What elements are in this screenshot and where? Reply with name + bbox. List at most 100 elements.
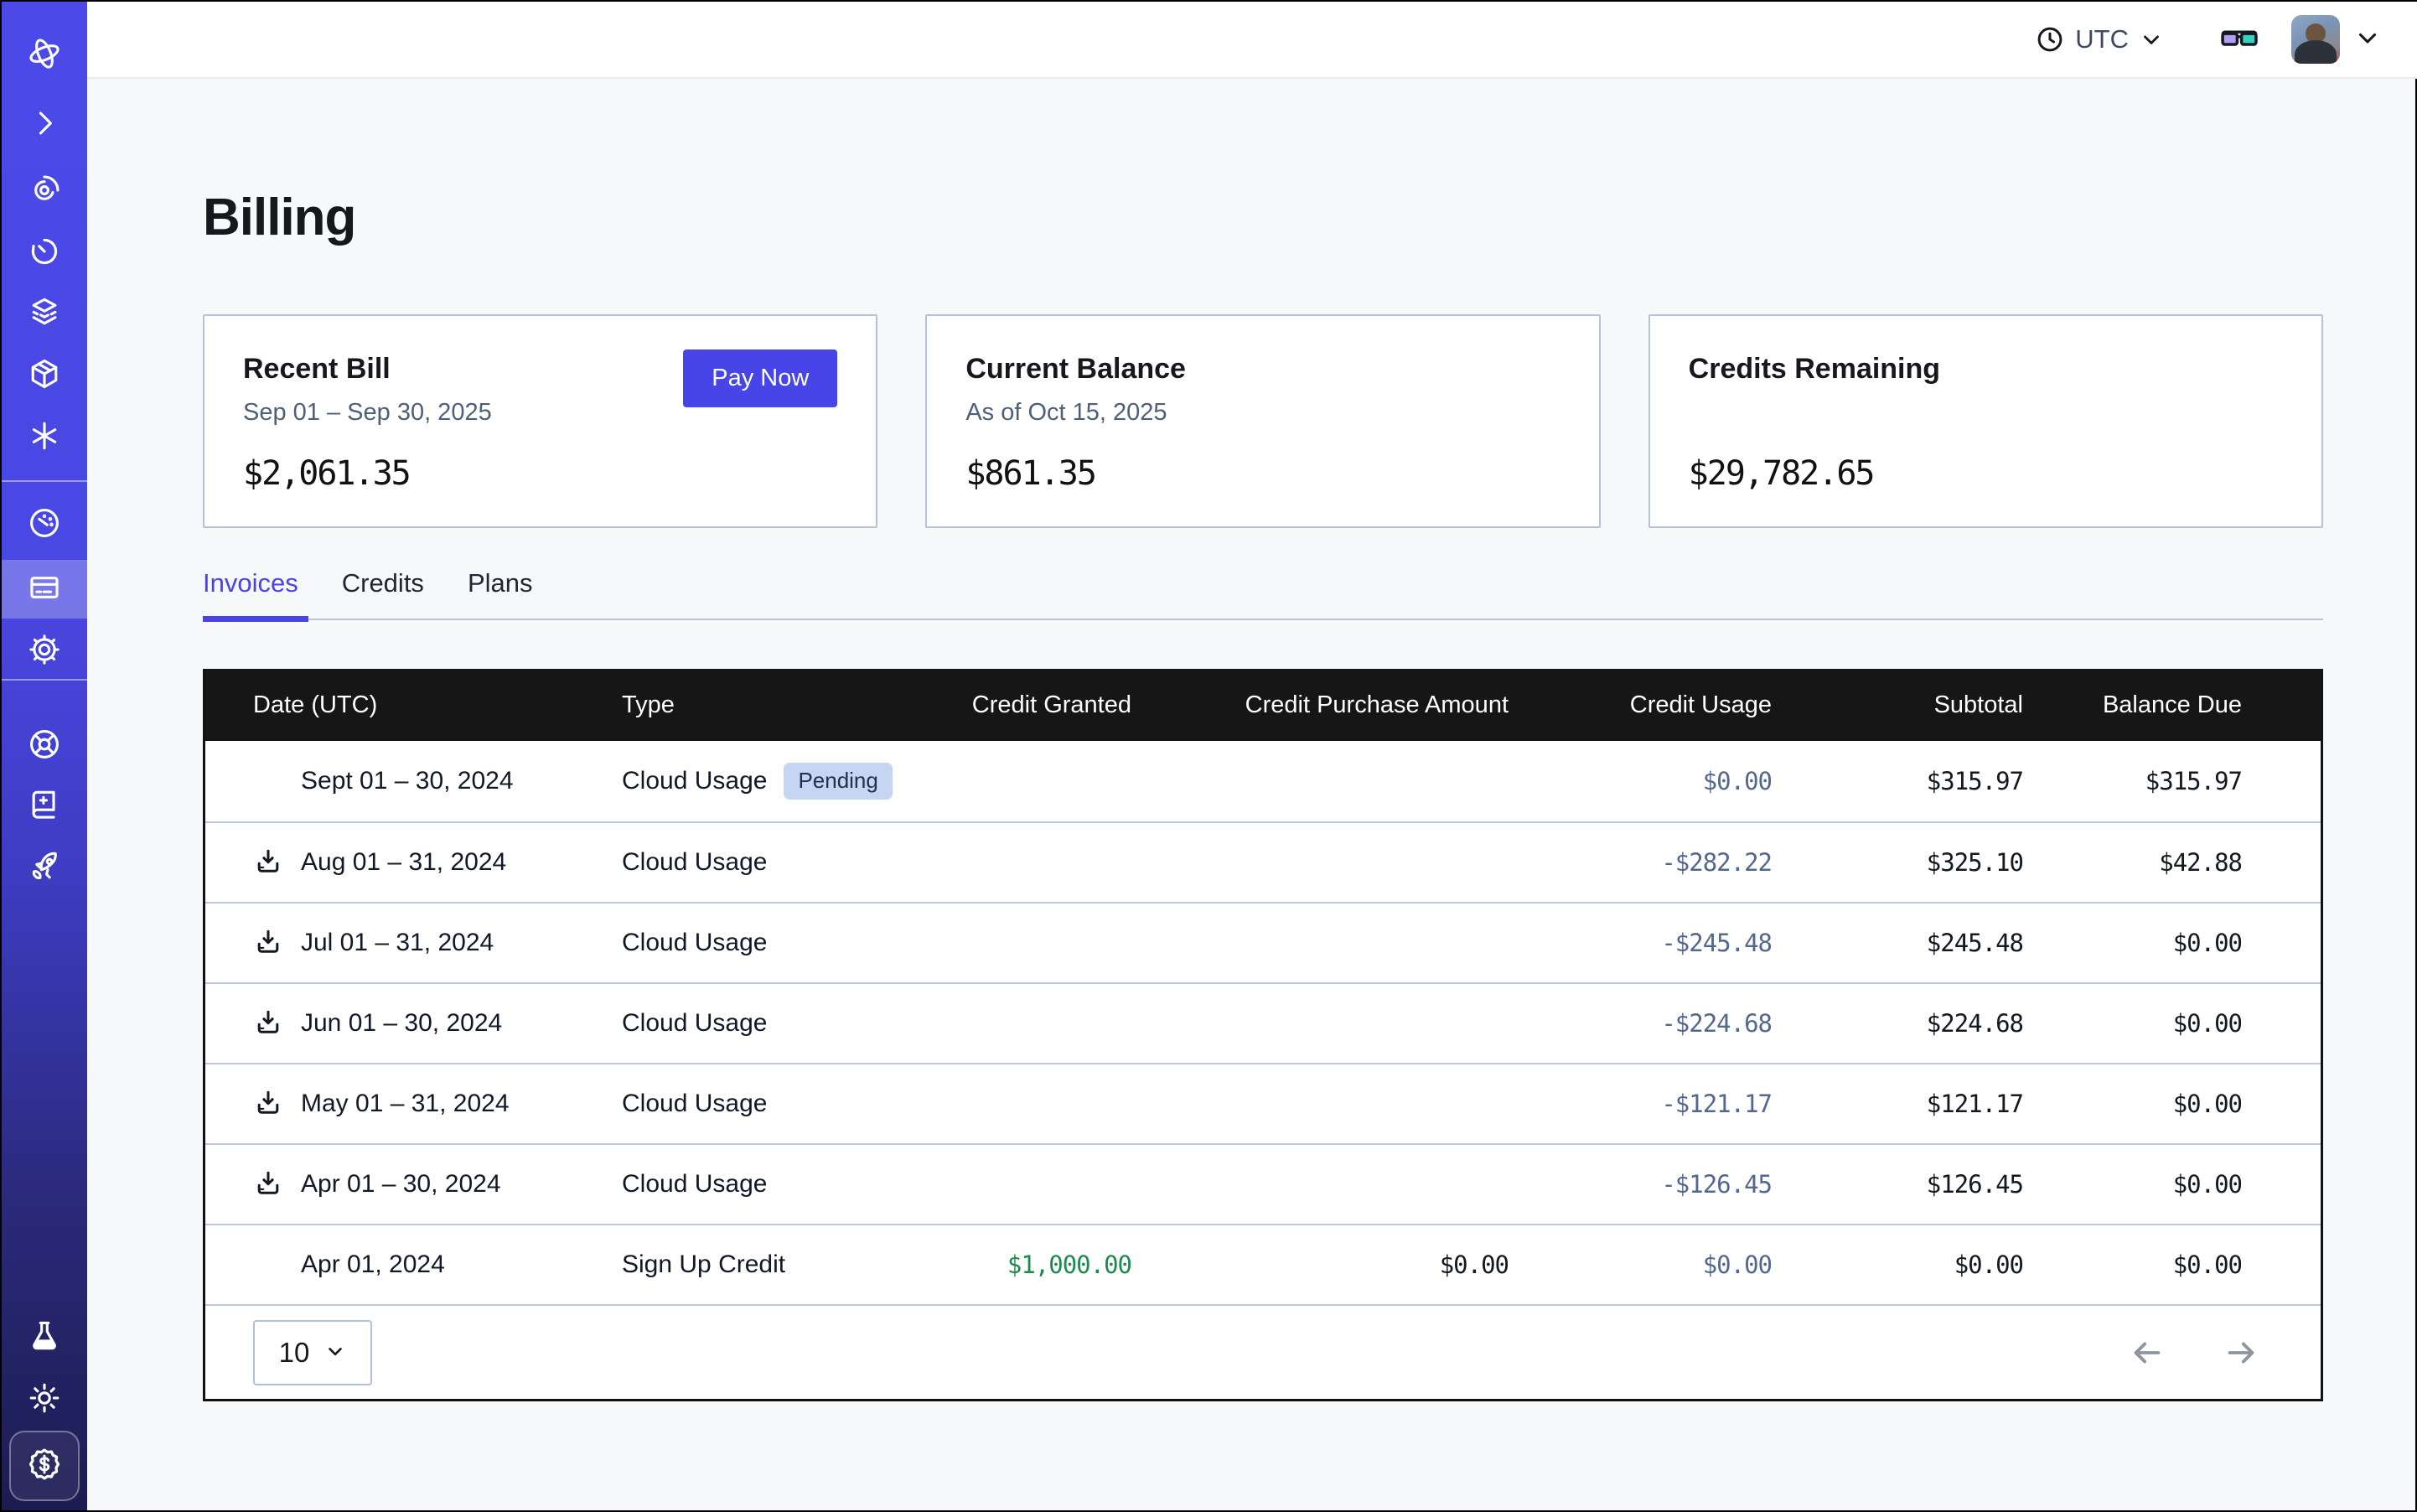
invoice-type: Sign Up Credit xyxy=(622,1251,785,1279)
sidebar-item-support[interactable] xyxy=(2,717,87,775)
dollar-badge-icon xyxy=(25,1445,64,1488)
pay-now-button[interactable]: Pay Now xyxy=(683,350,837,407)
wheel-icon xyxy=(26,726,63,767)
subtotal-value: $315.97 xyxy=(1772,767,2023,795)
sidebar-item-theme[interactable] xyxy=(2,1370,87,1429)
sidebar-divider xyxy=(2,480,87,482)
table-pagination: 10 xyxy=(205,1304,2321,1399)
sidebar-item-usage[interactable] xyxy=(2,495,87,554)
invoice-row: Sept 01 – 30, 2024 Cloud Usage Pending $… xyxy=(205,741,2321,821)
subtotal-value: $325.10 xyxy=(1772,848,2023,877)
download-invoice-button[interactable] xyxy=(253,927,285,959)
invoice-date: Jul 01 – 31, 2024 xyxy=(301,929,622,957)
flask-icon xyxy=(26,1318,63,1359)
credit-usage-value: -$121.17 xyxy=(1509,1090,1772,1118)
invoice-type: Cloud Usage xyxy=(622,929,767,957)
sidebar-item-labs[interactable] xyxy=(2,1308,87,1367)
credit-usage-value: -$245.48 xyxy=(1509,929,1772,957)
column-header-credit-usage: Credit Usage xyxy=(1509,691,1772,719)
balance-due-value: $0.00 xyxy=(2023,929,2242,957)
balance-due-value: $42.88 xyxy=(2023,848,2242,877)
download-invoice-button[interactable] xyxy=(253,1007,285,1039)
next-page-button[interactable] xyxy=(2222,1333,2260,1372)
sun-icon xyxy=(26,1380,63,1421)
balance-due-value: $0.00 xyxy=(2023,1090,2242,1118)
sidebar-credits-button[interactable] xyxy=(9,1431,80,1501)
subtotal-value: $121.17 xyxy=(1772,1090,2023,1118)
sidebar-item-quickstart[interactable] xyxy=(2,839,87,898)
reader-mode-button[interactable] xyxy=(2219,22,2259,57)
credit-granted-value: $1,000.00 xyxy=(930,1251,1131,1279)
tab-plans[interactable]: Plans xyxy=(468,568,533,619)
column-header-subtotal: Subtotal xyxy=(1772,691,2023,719)
column-header-date: Date (UTC) xyxy=(253,691,622,719)
invoice-date: May 01 – 31, 2024 xyxy=(301,1090,622,1118)
invoice-row: Apr 01 – 30, 2024 Cloud Usage -$126.45 $… xyxy=(205,1143,2321,1224)
balance-due-value: $0.00 xyxy=(2023,1009,2242,1038)
table-body: Sept 01 – 30, 2024 Cloud Usage Pending $… xyxy=(205,741,2321,1304)
invoice-row: Jun 01 – 30, 2024 Cloud Usage -$224.68 $… xyxy=(205,982,2321,1063)
download-invoice-button[interactable] xyxy=(253,1088,285,1120)
download-invoice-button[interactable] xyxy=(253,1168,285,1200)
invoice-date: Apr 01 – 30, 2024 xyxy=(301,1170,622,1199)
previous-page-button[interactable] xyxy=(2128,1333,2166,1372)
chevron-right-icon xyxy=(26,105,63,146)
spiral-icon xyxy=(26,172,63,213)
invoice-date: Sept 01 – 30, 2024 xyxy=(301,767,622,795)
sidebar-item-billing[interactable] xyxy=(2,560,87,619)
timezone-label: UTC xyxy=(2075,24,2129,54)
balance-due-value: $315.97 xyxy=(2023,767,2242,795)
timezone-selector[interactable]: UTC xyxy=(2035,24,2164,54)
recent-bill-card: Recent Bill Sep 01 – Sep 30, 2025 $2,061… xyxy=(203,314,877,528)
invoice-type: Cloud Usage xyxy=(622,767,767,795)
chevron-down-icon xyxy=(2139,27,2164,52)
app-window: UTC Billing Recent Bill Sep 01 – Sep 30,… xyxy=(0,0,2417,1512)
credit-usage-value: $0.00 xyxy=(1509,767,1772,795)
summary-cards: Recent Bill Sep 01 – Sep 30, 2025 $2,061… xyxy=(203,314,2323,528)
page-size-select[interactable]: 10 xyxy=(253,1320,372,1385)
main-content: Billing Recent Bill Sep 01 – Sep 30, 202… xyxy=(203,79,2323,1401)
credit-usage-value: -$282.22 xyxy=(1509,848,1772,877)
sidebar-item-settings[interactable] xyxy=(2,622,87,681)
tab-invoices[interactable]: Invoices xyxy=(203,568,298,619)
subtotal-value: $126.45 xyxy=(1772,1170,2023,1199)
sidebar-item-functions[interactable] xyxy=(2,408,87,467)
credit-purchase-value: $0.00 xyxy=(1131,1251,1509,1279)
credit-usage-value: $0.00 xyxy=(1509,1251,1772,1279)
app-logo[interactable] xyxy=(2,26,87,85)
rocket-icon xyxy=(26,848,63,889)
invoice-type-cell: Cloud Usage xyxy=(622,1090,930,1118)
sidebar-item-layers[interactable] xyxy=(2,284,87,343)
invoice-type: Cloud Usage xyxy=(622,1009,767,1038)
sidebar-item-packages[interactable] xyxy=(2,346,87,405)
sidebar-collapse-toggle[interactable] xyxy=(2,96,87,154)
sidebar-item-docs[interactable] xyxy=(2,777,87,836)
invoice-type-cell: Cloud Usage xyxy=(622,929,930,957)
avatar[interactable] xyxy=(2291,15,2340,64)
billing-card-icon xyxy=(26,569,63,610)
invoice-type-cell: Cloud Usage xyxy=(622,1170,930,1199)
invoice-row: Apr 01, 2024 Sign Up Credit $1,000.00 $0… xyxy=(205,1224,2321,1304)
cube-icon xyxy=(26,355,63,396)
account-menu-button[interactable] xyxy=(2353,23,2382,56)
sidebar-divider xyxy=(2,679,87,681)
download-invoice-button[interactable] xyxy=(253,847,285,878)
invoice-date: Aug 01 – 31, 2024 xyxy=(301,848,622,877)
sidebar-item-timers[interactable] xyxy=(2,224,87,282)
column-header-credit-granted: Credit Granted xyxy=(930,691,1131,719)
invoice-type-cell: Cloud Usage xyxy=(622,848,930,877)
book-sparkle-icon xyxy=(26,786,63,827)
clock-icon xyxy=(2035,24,2065,54)
chevron-down-icon xyxy=(2353,23,2382,56)
subtotal-value: $224.68 xyxy=(1772,1009,2023,1038)
card-title: Current Balance xyxy=(965,353,1560,386)
sidebar-item-traces[interactable] xyxy=(2,163,87,221)
invoice-row: Aug 01 – 31, 2024 Cloud Usage -$282.22 $… xyxy=(205,821,2321,902)
timer-icon xyxy=(26,233,63,274)
tab-credits[interactable]: Credits xyxy=(342,568,424,619)
card-amount: $29,782.65 xyxy=(1689,454,2283,493)
status-badge: Pending xyxy=(784,763,892,799)
card-title: Credits Remaining xyxy=(1689,353,2283,386)
asterisk-icon xyxy=(26,417,63,458)
subtotal-value: $245.48 xyxy=(1772,929,2023,957)
